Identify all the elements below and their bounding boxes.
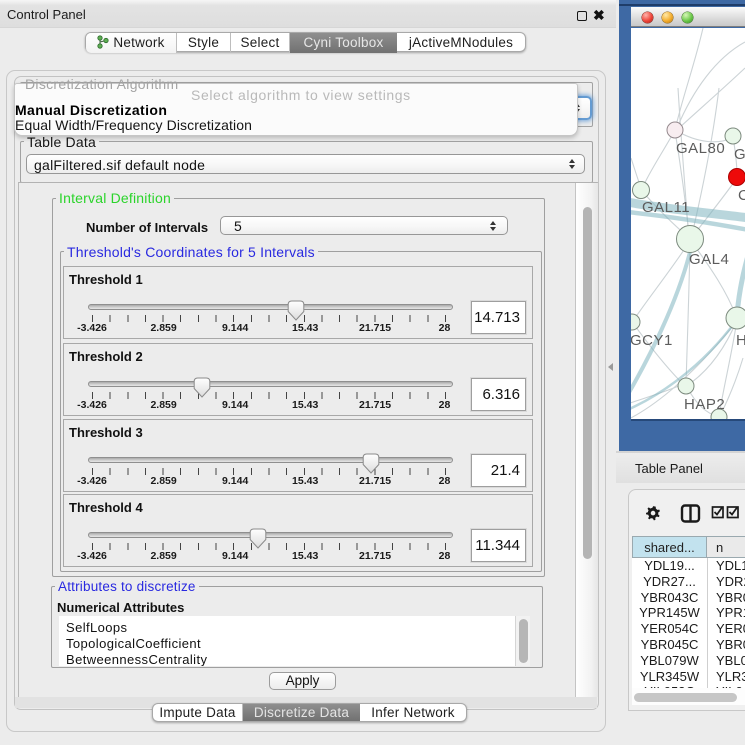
svg-text:GAL4: GAL4 xyxy=(689,251,729,268)
svg-text:HAP2: HAP2 xyxy=(684,396,725,413)
svg-text:H: H xyxy=(736,332,745,349)
svg-text:GAL80: GAL80 xyxy=(676,140,725,157)
svg-text:C: C xyxy=(738,187,745,204)
svg-text:GAL11: GAL11 xyxy=(642,199,690,216)
svg-text:GCY1: GCY1 xyxy=(631,332,673,349)
svg-text:G.: G. xyxy=(734,146,745,163)
